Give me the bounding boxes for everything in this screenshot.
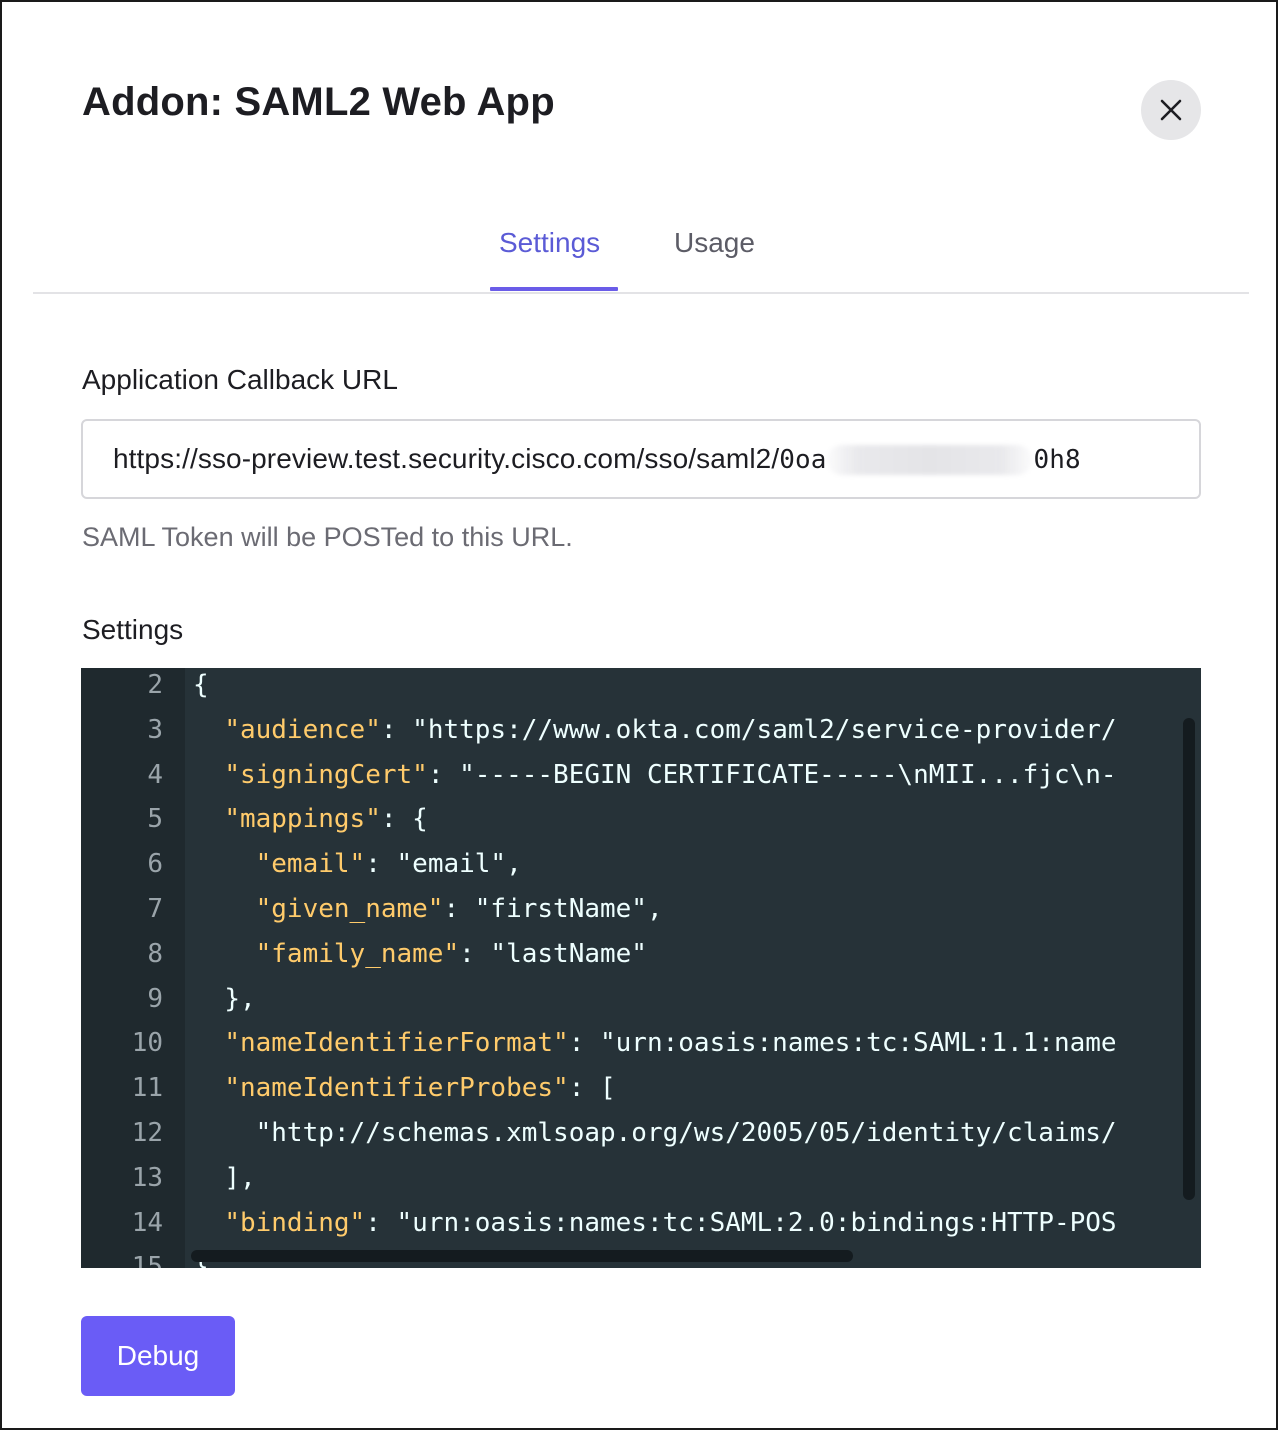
line-number: 7 (147, 894, 163, 924)
json-key: "signingCert" (224, 759, 428, 790)
tab-usage[interactable]: Usage (674, 227, 755, 259)
json-value: : "lastName" (459, 938, 647, 969)
callback-url-hint: SAML Token will be POSTed to this URL. (82, 522, 573, 552)
json-value: { (193, 670, 209, 700)
json-value: : "email", (365, 849, 522, 880)
code-text: "binding": "urn:oasis:names:tc:SAML:2.0:… (193, 1207, 1117, 1238)
line-number: 2 (147, 670, 163, 700)
json-value: : [ (568, 1073, 616, 1104)
json-value: : { (380, 804, 428, 835)
code-text: "mappings": { (193, 804, 428, 834)
code-line: 4 "signingCert": "-----BEGIN CERTIFICATE… (81, 757, 1201, 802)
settings-code-editor[interactable]: 2{3 "audience": "https://www.okta.com/sa… (81, 668, 1201, 1268)
horizontal-scrollbar[interactable] (191, 1250, 853, 1262)
json-value: }, (224, 983, 256, 1014)
json-value: : "urn:oasis:names:tc:SAML:1.1:name (568, 1028, 1117, 1059)
code-text: "audience": "https://www.okta.com/saml2/… (193, 714, 1117, 745)
line-number: 3 (147, 714, 163, 745)
code-line: 2{ (81, 668, 1201, 712)
code-line: 7 "given_name": "firstName", (81, 891, 1201, 936)
json-key: "binding" (224, 1207, 366, 1238)
json-value: : "https://www.okta.com/saml2/service-pr… (380, 714, 1117, 745)
json-value: : "-----BEGIN CERTIFICATE-----\nMII...fj… (427, 759, 1117, 790)
json-value: : "urn:oasis:names:tc:SAML:2.0:bindings:… (365, 1207, 1117, 1238)
line-number: 12 (131, 1118, 163, 1148)
tab-bar: Settings Usage (33, 217, 1249, 294)
code-text: ], (193, 1162, 256, 1193)
line-number: 5 (147, 804, 163, 835)
json-value: : "firstName", (443, 894, 663, 924)
line-number: 4 (147, 759, 163, 790)
json-key: "mappings" (224, 804, 381, 835)
tab-settings[interactable]: Settings (499, 227, 600, 259)
code-line: 5 "mappings": { (81, 801, 1201, 846)
code-line: 13 ], (81, 1160, 1201, 1205)
code-text: "http://schemas.xmlsoap.org/ws/2005/05/i… (193, 1118, 1117, 1148)
url-prefix: https://sso-preview.test.security.cisco.… (113, 442, 780, 474)
code-text: "nameIdentifierProbes": [ (193, 1073, 616, 1104)
json-value: ], (224, 1162, 256, 1193)
line-number: 15 (131, 1252, 163, 1268)
callback-url-label: Application Callback URL (82, 364, 398, 395)
code-text: "family_name": "lastName" (193, 939, 647, 969)
code-line: 8 "family_name": "lastName" (81, 936, 1201, 981)
code-line: 3 "audience": "https://www.okta.com/saml… (81, 712, 1201, 757)
settings-label: Settings (82, 614, 184, 645)
url-id-end: 0h8 (1033, 444, 1081, 475)
json-key: "given_name" (255, 894, 444, 924)
json-key: "audience" (224, 714, 381, 745)
code-text: { (193, 670, 209, 700)
json-key: "email" (255, 849, 366, 880)
url-id-start: 0oa (779, 444, 827, 475)
code-line: 11 "nameIdentifierProbes": [ (81, 1070, 1201, 1115)
code-line: 6 "email": "email", (81, 846, 1201, 891)
code-text: "nameIdentifierFormat": "urn:oasis:names… (193, 1028, 1117, 1059)
redacted-blur (827, 445, 1033, 476)
code-text: }, (193, 983, 256, 1014)
code-line: 14 "binding": "urn:oasis:names:tc:SAML:2… (81, 1205, 1201, 1250)
code-text: "given_name": "firstName", (193, 894, 663, 924)
close-icon (1160, 99, 1182, 121)
debug-button[interactable]: Debug (81, 1316, 235, 1396)
json-key: "nameIdentifierProbes" (224, 1073, 569, 1104)
json-key: "family_name" (255, 938, 460, 969)
line-number: 10 (131, 1028, 163, 1059)
code-line: 10 "nameIdentifierFormat": "urn:oasis:na… (81, 1025, 1201, 1070)
active-tab-indicator (490, 287, 618, 291)
line-number: 13 (131, 1162, 163, 1193)
json-key: "nameIdentifierFormat" (224, 1028, 569, 1059)
dialog-title: Addon: SAML2 Web App (82, 80, 555, 124)
code-line: 9 }, (81, 981, 1201, 1026)
close-button[interactable] (1141, 80, 1201, 140)
callback-url-value: https://sso-preview.test.security.cisco.… (113, 443, 1081, 476)
code-line: 12 "http://schemas.xmlsoap.org/ws/2005/0… (81, 1115, 1201, 1160)
line-number: 11 (131, 1073, 163, 1104)
line-number: 9 (147, 983, 163, 1014)
line-number: 6 (147, 849, 163, 880)
line-number: 8 (147, 938, 163, 969)
vertical-scrollbar[interactable] (1183, 718, 1195, 1200)
callback-url-input[interactable]: https://sso-preview.test.security.cisco.… (81, 419, 1201, 499)
code-text: "email": "email", (193, 849, 522, 879)
json-value: "http://schemas.xmlsoap.org/ws/2005/05/i… (255, 1118, 1117, 1148)
code-text: "signingCert": "-----BEGIN CERTIFICATE--… (193, 759, 1117, 790)
dialog: Addon: SAML2 Web App Settings Usage Appl… (0, 0, 1278, 1430)
line-number: 14 (131, 1207, 163, 1238)
